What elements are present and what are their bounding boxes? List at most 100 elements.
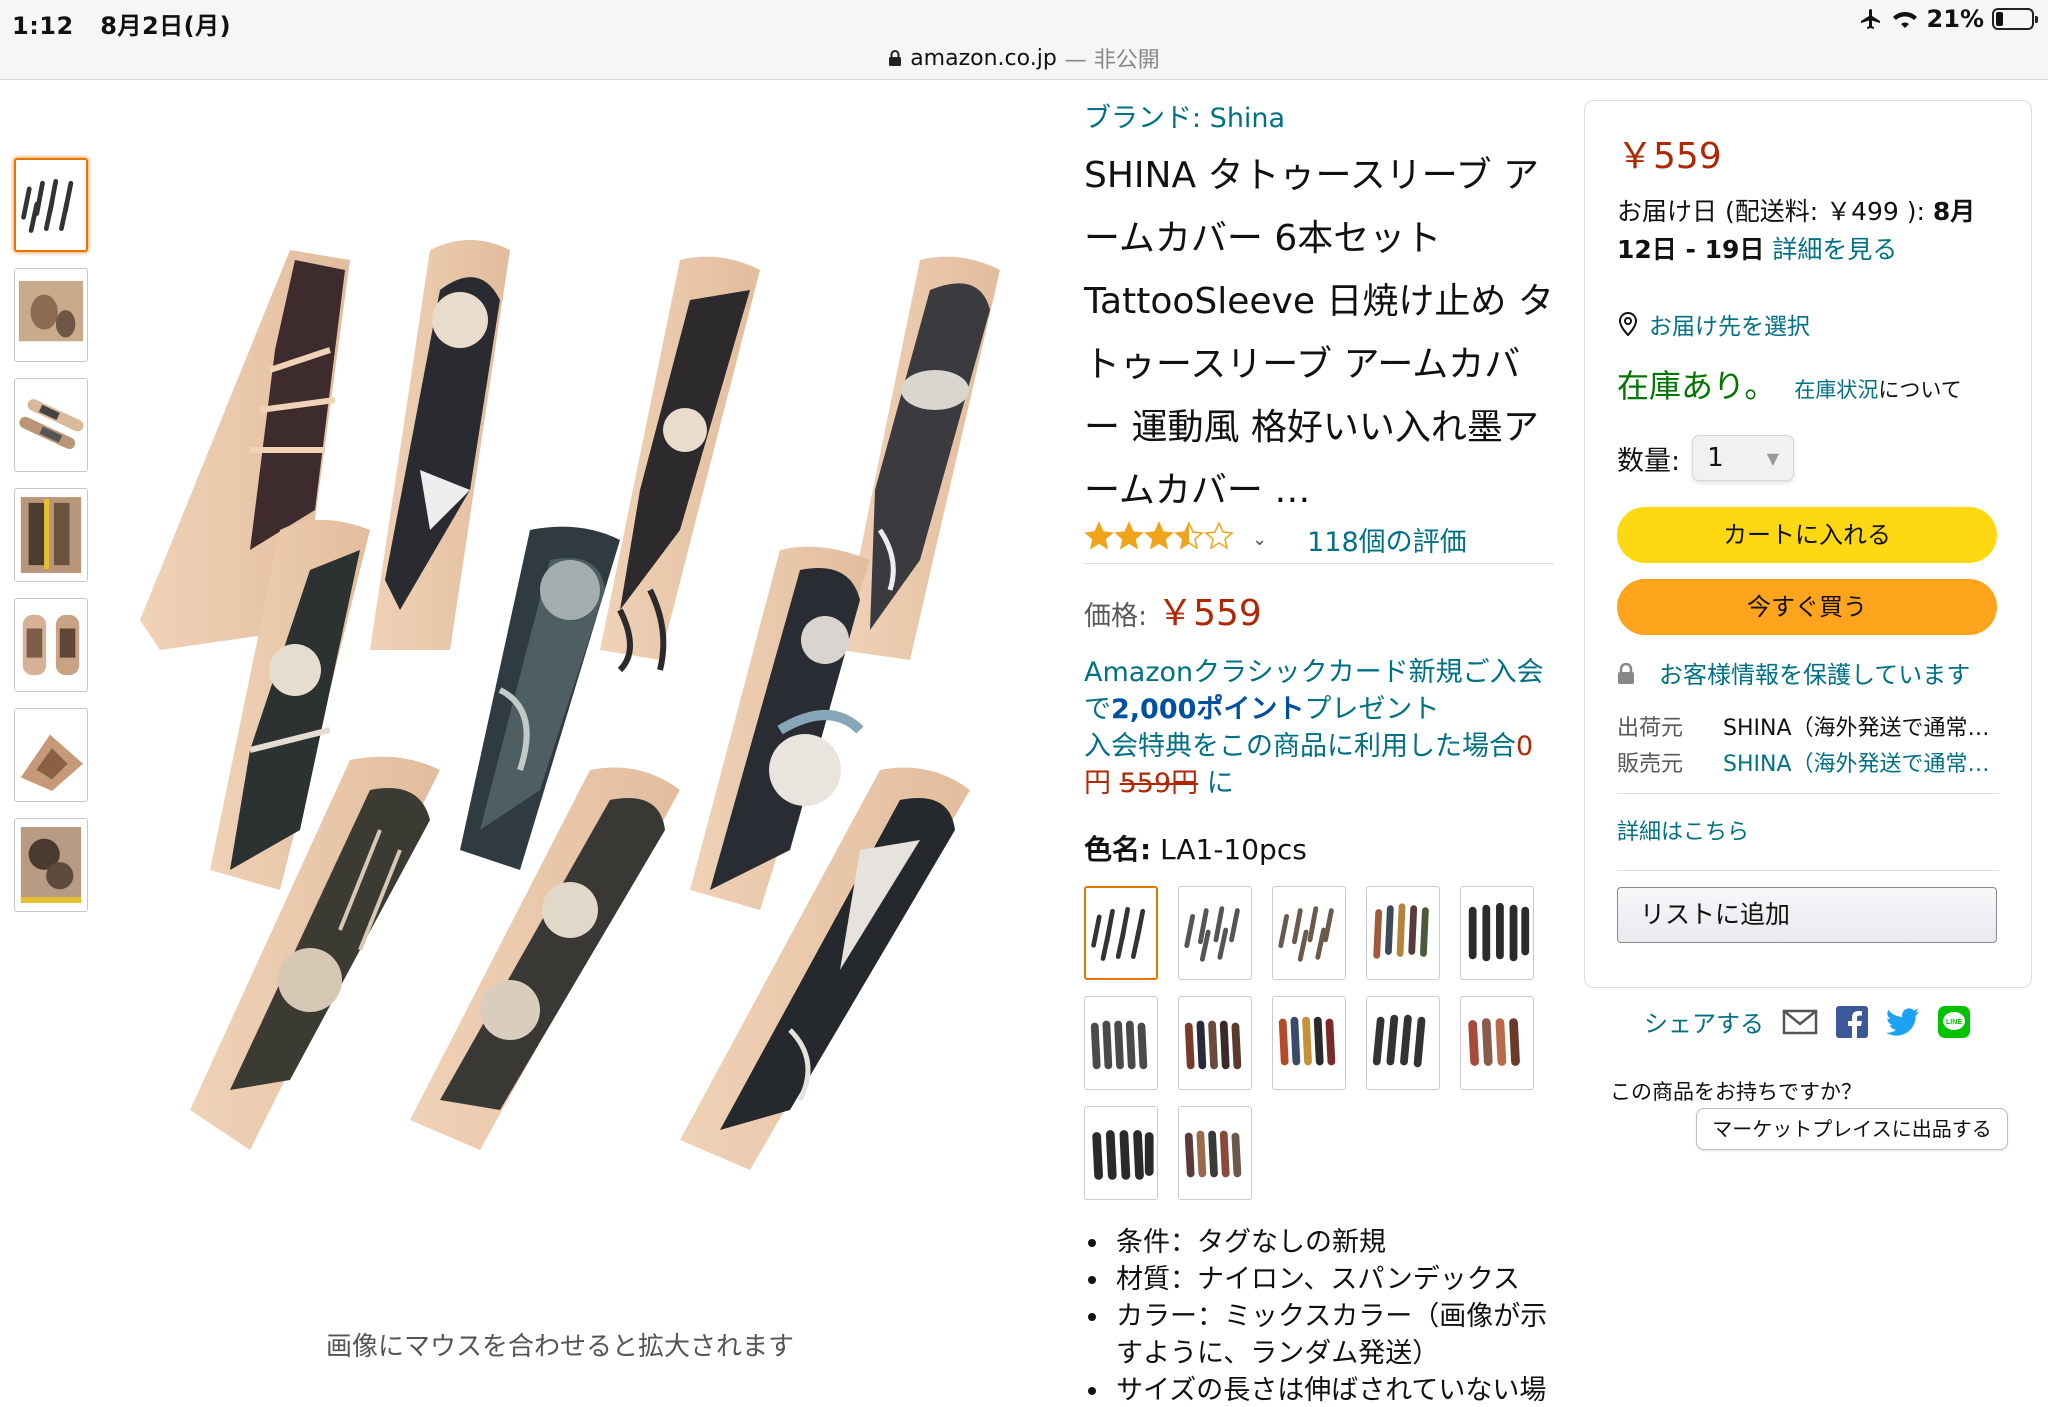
promo-benefit-end: に <box>1198 768 1234 799</box>
seller-label: 販売元 <box>1617 752 1684 777</box>
swatch-4[interactable] <box>1366 886 1440 980</box>
quantity-select[interactable]: 1 ▼ <box>1692 435 1795 481</box>
product-title: SHINA タトゥースリーブ アームカバー 6本セット TattooSleeve… <box>1084 155 1554 511</box>
swatch-5[interactable] <box>1460 886 1534 980</box>
svg-text:LINE: LINE <box>1946 1019 1962 1026</box>
divider <box>1617 870 1999 871</box>
feature-bullet: サイズの長さは伸ばされていない場合約16.1インチです。 <box>1084 1372 1554 1407</box>
location-link[interactable]: お届け先を選択 <box>1649 307 1810 341</box>
stock-status: 在庫あり。 在庫状況について <box>1617 361 1999 407</box>
add-to-list-button[interactable]: リストに追加 <box>1617 887 1997 943</box>
airplane-icon <box>1860 9 1880 29</box>
swatch-6[interactable] <box>1084 996 1158 1090</box>
shipper-value: SHINA（海外発送で通常… <box>1723 716 1990 741</box>
main-product-image[interactable] <box>100 230 1020 1190</box>
price-label: 価格: <box>1084 601 1148 632</box>
feature-bullet: 条件：タグなしの新規 <box>1084 1224 1554 1261</box>
stock-suffix: について <box>1878 378 1962 402</box>
chevron-down-icon[interactable]: ⌄ <box>1252 529 1267 550</box>
delivery-location[interactable]: お届け先を選択 <box>1617 307 1999 341</box>
battery-percent: 21% <box>1926 5 1984 33</box>
swatch-2[interactable] <box>1178 886 1252 980</box>
swatch-10[interactable] <box>1460 996 1534 1090</box>
twitter-icon[interactable] <box>1886 1007 1920 1036</box>
card-promo[interactable]: Amazonクラシックカード新規ご入会で2,000ポイントプレゼント 入会特典を… <box>1084 654 1554 802</box>
thumbnail-4[interactable] <box>14 488 88 582</box>
rating-count-link[interactable]: 118個の評価 <box>1307 520 1467 559</box>
swatch-12[interactable] <box>1178 1106 1252 1200</box>
own-this-question: この商品をお持ちですか？ <box>1610 1080 1862 1104</box>
quantity-row: 数量: 1 ▼ <box>1617 435 1999 481</box>
secure-text: お客様情報を保護しています <box>1659 661 1971 689</box>
star-rating[interactable] <box>1084 520 1234 559</box>
lock-icon <box>1618 663 1634 684</box>
swatch-3[interactable] <box>1272 886 1346 980</box>
stock-info-link[interactable]: 在庫状況 <box>1794 378 1878 402</box>
swatch-8[interactable] <box>1272 996 1346 1090</box>
swatch-11[interactable] <box>1084 1106 1158 1200</box>
seller-link[interactable]: SHINA（海外発送で通常… <box>1723 747 1991 783</box>
star-rating-icon <box>1084 520 1234 550</box>
clock: 1:12 <box>12 12 74 40</box>
thumbnail-3[interactable] <box>14 378 88 472</box>
brand-link[interactable]: ブランド: Shina <box>1084 96 1554 142</box>
divider <box>1617 793 1999 794</box>
rating-row: ⌄ 118個の評価 <box>1084 520 1554 564</box>
tattoo-sleeves-illustration <box>140 240 1000 1170</box>
buy-now-button[interactable]: 今すぐ買う <box>1617 579 1997 635</box>
color-value: LA1-10pcs <box>1160 833 1307 866</box>
add-to-cart-button[interactable]: カートに入れる <box>1617 507 1997 563</box>
line-icon[interactable]: LINE <box>1938 1005 1970 1038</box>
seller-info: 出荷元 SHINA（海外発送で通常… 販売元 SHINA（海外発送で通常… <box>1617 711 1999 783</box>
swatch-1[interactable] <box>1084 886 1158 980</box>
quantity-value: 1 <box>1707 443 1724 473</box>
thumbnail-list <box>14 158 88 928</box>
url-bar[interactable]: amazon.co.jp — 非公開 <box>0 40 2048 80</box>
secure-transaction[interactable]: お客様情報を保護しています <box>1617 657 1999 693</box>
zoom-hint: 画像にマウスを合わせると拡大されます <box>325 1332 794 1362</box>
wifi-icon <box>1892 12 1917 28</box>
share-label: シェアする <box>1644 1010 1764 1038</box>
thumbnail-5[interactable] <box>14 598 88 692</box>
status-time: 1:12 8月2日(月) <box>12 6 231 41</box>
quantity-label: 数量: <box>1617 445 1681 477</box>
color-label: 色名: <box>1084 833 1152 866</box>
product-info: ブランド: Shina SHINA タトゥースリーブ アームカバー 6本セット … <box>1084 96 1554 1407</box>
delivery-details-link[interactable]: 詳細を見る <box>1772 235 1897 264</box>
details-link[interactable]: 詳細はこちら <box>1617 804 1999 860</box>
color-swatches <box>1084 886 1554 1200</box>
date: 8月2日(月) <box>100 12 232 40</box>
price-row: 価格: ￥559 <box>1084 584 1554 636</box>
thumbnail-1[interactable] <box>14 158 88 252</box>
promo-strike-price: 559円 <box>1119 768 1199 799</box>
color-name: 色名: LA1-10pcs <box>1084 828 1554 868</box>
thumbnail-7[interactable] <box>14 818 88 912</box>
in-stock-text: 在庫あり。 <box>1617 367 1777 405</box>
delivery-prefix: お届け日 (配送料: ￥499 ): <box>1617 197 1933 226</box>
promo-text-end: プレゼント <box>1304 694 1440 725</box>
email-icon[interactable] <box>1782 1009 1818 1035</box>
shipper-label: 出荷元 <box>1617 716 1684 741</box>
thumbnail-6[interactable] <box>14 708 88 802</box>
feature-bullets: 条件：タグなしの新規 材質：ナイロン、スパンデックス カラー：ミックスカラー（画… <box>1084 1224 1554 1407</box>
status-right: 21% <box>1859 5 2038 33</box>
promo-points: 2,000ポイント <box>1111 694 1305 725</box>
share-row: シェアする LINE <box>1644 1004 1970 1039</box>
feature-bullet: 材質：ナイロン、スパンデックス <box>1084 1261 1554 1298</box>
location-pin-icon <box>1618 312 1638 336</box>
battery-icon <box>1992 8 2038 30</box>
buy-box: ￥559 お届け日 (配送料: ￥499 ): 8月12日 - 19日 詳細を見… <box>1584 100 2032 988</box>
thumbnail-2[interactable] <box>14 268 88 362</box>
swatch-7[interactable] <box>1178 996 1252 1090</box>
price-value: ￥559 <box>1157 593 1262 634</box>
delivery-info: お届け日 (配送料: ￥499 ): 8月12日 - 19日 詳細を見る <box>1617 193 1999 269</box>
url-domain: amazon.co.jp <box>910 45 1057 71</box>
status-bar: 1:12 8月2日(月) 21% <box>0 0 2048 40</box>
feature-bullet: カラー：ミックスカラー（画像が示すように、ランダム発送） <box>1084 1298 1554 1372</box>
promo-benefit: 入会特典をこの商品に利用した場合 <box>1084 731 1516 762</box>
lock-icon <box>889 50 902 66</box>
buybox-price: ￥559 <box>1617 136 1722 177</box>
facebook-icon[interactable] <box>1836 1005 1868 1038</box>
swatch-9[interactable] <box>1366 996 1440 1090</box>
sell-on-marketplace-button[interactable]: マーケットプレイスに出品する <box>1696 1108 2008 1150</box>
